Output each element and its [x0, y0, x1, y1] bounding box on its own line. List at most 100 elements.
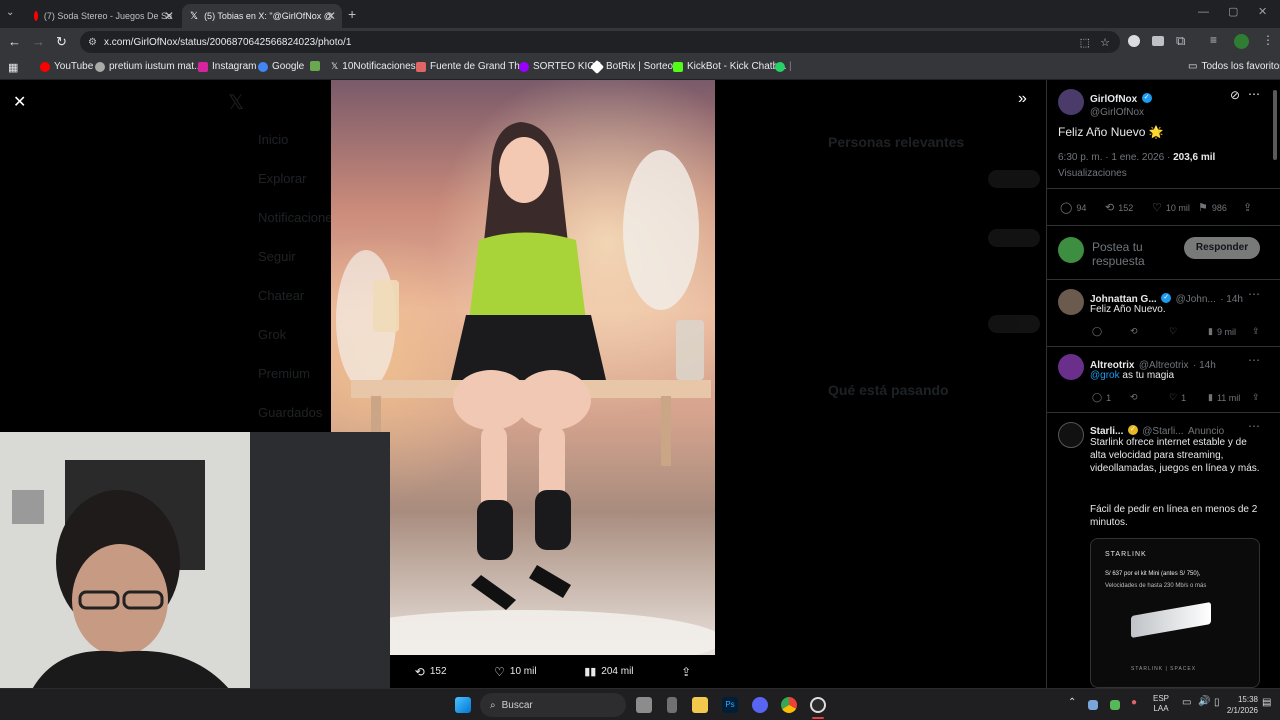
reply-avatar[interactable]	[1058, 354, 1084, 380]
discord-icon[interactable]	[752, 697, 768, 713]
bookmark-instagram[interactable]: Instagram	[198, 61, 256, 72]
bookmark-sorteo-kick[interactable]: SORTEO KICK	[519, 61, 601, 72]
all-bookmarks[interactable]: ▭ Todos los favoritos	[1188, 61, 1280, 72]
clock[interactable]: 15:38 2/1/2026	[1218, 694, 1258, 716]
views-action[interactable]: ▮ 11 mil	[1208, 392, 1240, 403]
share-button[interactable]: ⇪	[1243, 201, 1252, 214]
reading-list-icon[interactable]: ≡	[1210, 33, 1217, 47]
heart-icon: ♡	[1169, 392, 1178, 402]
tweet-timestamp[interactable]: 6:30 p. m. · 1 ene. 2026 ·	[1058, 152, 1173, 163]
more-icon[interactable]: ⋯	[1248, 419, 1260, 433]
like-button[interactable]: ♡ 10 mil	[494, 665, 536, 679]
share-action[interactable]: ⇪	[1252, 326, 1260, 337]
share-action[interactable]: ⇪	[1252, 392, 1260, 403]
menu-icon[interactable]: ⋮	[1262, 33, 1274, 47]
minimize-icon[interactable]: —	[1198, 6, 1209, 18]
close-tab-icon[interactable]: ✕	[164, 9, 174, 23]
chrome-icon[interactable]	[781, 697, 797, 713]
windows-start-icon[interactable]	[455, 697, 471, 713]
instagram-icon	[198, 61, 208, 72]
app-icon[interactable]	[667, 697, 677, 713]
bookmark-icon-only[interactable]	[310, 61, 320, 71]
like-button[interactable]: ♡ 10 mil	[1152, 201, 1190, 214]
bookmark-label: Fuente de Grand Th...	[430, 61, 529, 72]
reload-icon[interactable]: ↻	[56, 34, 67, 50]
tab-youtube[interactable]: (7) Soda Stereo - Juegos De Se ✕	[26, 4, 180, 28]
extension-icon[interactable]	[1128, 35, 1140, 47]
install-icon[interactable]: ⬚	[1080, 36, 1090, 49]
maximize-icon[interactable]: ▢	[1228, 5, 1238, 18]
bookmark-button[interactable]: ⚑ 986	[1198, 201, 1227, 214]
network-icon[interactable]: ▭	[1182, 697, 1191, 708]
like-action[interactable]: ♡ 1	[1169, 392, 1186, 403]
tab-search-icon[interactable]: ⌄	[6, 7, 20, 21]
bookmark-youtube[interactable]: YouTube	[40, 61, 93, 72]
extension-icon[interactable]	[1152, 36, 1164, 46]
site-info-icon[interactable]: ⚙	[88, 37, 97, 48]
ad-avatar[interactable]	[1058, 422, 1084, 448]
close-tab-icon[interactable]: ✕	[326, 9, 336, 23]
scrollbar[interactable]	[1273, 90, 1277, 160]
views-action[interactable]: ▮ 9 mil	[1208, 326, 1236, 337]
author-avatar[interactable]	[1058, 89, 1084, 115]
bookmark-star-icon[interactable]: ☆	[1100, 36, 1110, 49]
apps-icon[interactable]: ▦	[8, 61, 18, 74]
notification-icon[interactable]: ▤	[1262, 697, 1271, 708]
tray-icon[interactable]	[1110, 700, 1120, 710]
taskbar-search[interactable]: ⌕ Buscar	[480, 693, 626, 717]
webcam-overlay	[0, 432, 390, 688]
new-tab-icon[interactable]: +	[348, 6, 356, 22]
bookmark-10notificaciones[interactable]: 𝕏 10Notificaciones	[331, 61, 416, 72]
retweet-action[interactable]: ⟲	[1130, 392, 1138, 403]
back-icon[interactable]: ←	[8, 34, 21, 49]
bookmark-pretium[interactable]: pretium iustum mat...	[95, 61, 202, 72]
language-indicator[interactable]: ESP LAA	[1153, 694, 1169, 714]
bookmark-whatsapp[interactable]: |	[775, 61, 792, 72]
mention-link[interactable]: @grok	[1090, 370, 1120, 381]
grok-icon[interactable]: ⊘	[1230, 88, 1240, 102]
like-action[interactable]: ♡	[1169, 326, 1177, 337]
close-icon[interactable]: ✕	[13, 92, 26, 112]
retweet-button[interactable]: ⟲ 152	[1105, 201, 1133, 214]
reply-button[interactable]: ◯ 94	[1060, 201, 1086, 214]
reply-action[interactable]: ◯ 1	[1092, 392, 1111, 403]
obs-icon[interactable]	[810, 697, 826, 713]
photo-viewer: 𝕏 Inicio Explorar Notificaciones Seguir …	[0, 80, 1046, 688]
bookmark-botrix[interactable]: BotRix | Sorteos	[589, 59, 678, 74]
forward-icon[interactable]: →	[32, 34, 45, 49]
puzzle-icon[interactable]: ⧉	[1176, 33, 1185, 49]
photoshop-icon[interactable]: Ps	[722, 697, 738, 713]
close-window-icon[interactable]: ✕	[1258, 5, 1267, 18]
tray-icon[interactable]	[1088, 700, 1098, 710]
kick-icon	[519, 61, 529, 72]
views-button[interactable]: ▮▮ 204 mil	[584, 665, 633, 678]
bookmark-gta[interactable]: Fuente de Grand Th...	[416, 61, 528, 72]
like-count: 10 mil	[509, 666, 537, 677]
heart-icon: ♡	[1152, 202, 1162, 214]
more-icon[interactable]: ⋯	[1248, 353, 1260, 367]
url-bar[interactable]: ⚙ x.com/GirlOfNox/status/200687064256682…	[80, 31, 1120, 53]
profile-avatar[interactable]	[1234, 34, 1249, 49]
reply-input[interactable]: Postea tu respuesta	[1092, 240, 1180, 268]
like-count: 10 mil	[1165, 202, 1190, 213]
collapse-sidebar-icon[interactable]: »	[1018, 90, 1027, 108]
globe-icon	[95, 61, 105, 72]
bookmark-kickbot[interactable]: KickBot - Kick Chatb...	[673, 61, 786, 72]
share-button[interactable]: ⇪	[681, 665, 691, 679]
author-info[interactable]: GirlOfNox ✓ @GirlOfNox	[1090, 89, 1152, 118]
task-view-icon[interactable]	[636, 697, 652, 713]
more-icon[interactable]: ⋯	[1248, 287, 1260, 301]
tab-x[interactable]: 𝕏 (5) Tobias en X: "@GirlOfNox @ ✕	[182, 4, 342, 28]
ad-card[interactable]: STARLINK S/ 637 por el kit Mini (antes S…	[1090, 538, 1260, 688]
show-hidden-icons[interactable]: ⌃	[1068, 697, 1076, 708]
volume-icon[interactable]: 🔊	[1198, 696, 1210, 707]
reply-action[interactable]: ◯	[1092, 326, 1102, 337]
reply-button-submit[interactable]: Responder	[1184, 237, 1260, 259]
retweet-action[interactable]: ⟲	[1130, 326, 1138, 337]
microphone-icon[interactable]: ●	[1131, 697, 1137, 708]
more-icon[interactable]: ⋯	[1248, 87, 1260, 101]
reply-avatar[interactable]	[1058, 289, 1084, 315]
file-explorer-icon[interactable]	[692, 697, 708, 713]
retweet-button[interactable]: ⟲ 152	[415, 665, 447, 679]
bookmark-google[interactable]: Google	[258, 61, 304, 72]
